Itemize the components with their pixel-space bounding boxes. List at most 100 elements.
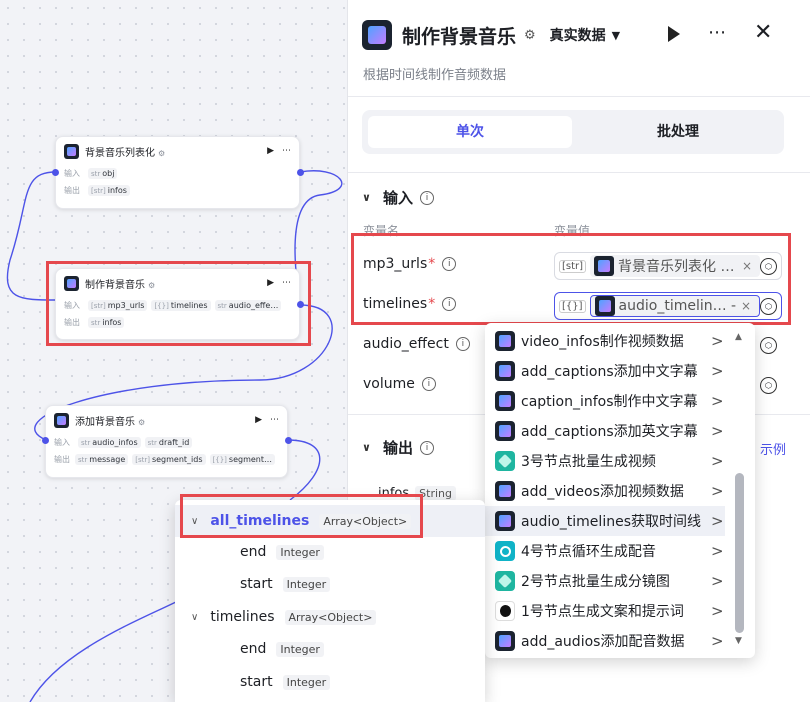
output-label: 输出 — [64, 186, 80, 195]
field-item[interactable]: end Integer — [240, 544, 324, 560]
input-section-header[interactable]: ∨ 输入 i — [362, 187, 434, 208]
loop-icon — [495, 541, 515, 561]
mode-tabs: 单次 批处理 — [362, 110, 784, 154]
chevron-right-icon: > — [711, 512, 724, 530]
param-tag: str audio_infos — [78, 437, 141, 448]
type-tag: Integer — [282, 674, 331, 690]
app-icon — [495, 391, 515, 411]
type-tag: Array<Object> — [284, 609, 377, 625]
dropdown-item[interactable]: video_infos制作视频数据 > — [485, 326, 725, 356]
field-highlight-box — [351, 233, 791, 325]
dropdown-item[interactable]: add_captions添加英文字幕 > — [485, 416, 725, 446]
info-icon[interactable]: i — [421, 377, 436, 391]
info-icon[interactable]: i — [419, 190, 434, 205]
dropdown-item[interactable]: 1号节点生成文案和提示词 > — [485, 596, 725, 626]
chevron-right-icon: > — [711, 632, 724, 650]
app-icon — [495, 421, 515, 441]
field-item[interactable]: start Integer — [240, 674, 331, 690]
panel-description: 根据时间线制作音频数据 — [363, 68, 507, 83]
output-port[interactable] — [297, 169, 304, 176]
type-tag: Integer — [282, 576, 331, 592]
batch-icon — [495, 571, 515, 591]
info-icon[interactable]: i — [455, 337, 470, 351]
scroll-up-icon[interactable]: ▲ — [735, 332, 742, 342]
output-port[interactable] — [285, 437, 292, 444]
node-bgm-list[interactable]: 背景音乐列表化 ⚙ ▶ ⋯ 输入 str obj 输出 [str] infos — [55, 136, 300, 209]
chevron-down-icon: ∨ — [362, 191, 371, 204]
node-add-bgm[interactable]: 添加背景音乐 ⚙ ▶ ⋯ 输入 str audio_infos str draft_i… — [45, 405, 288, 478]
app-icon — [495, 511, 515, 531]
run-icon[interactable]: ▶ — [255, 415, 262, 425]
section-title: 输入 — [382, 189, 413, 207]
app-icon — [64, 143, 79, 159]
variable-picker-icon[interactable]: ⬡ — [760, 377, 777, 394]
divider — [348, 96, 810, 97]
node-highlight-box — [46, 261, 311, 346]
field-label: volume i — [363, 376, 436, 392]
dropdown-item[interactable]: add_audios添加配音数据 > — [485, 626, 725, 656]
dropdown-item[interactable]: add_captions添加中文字幕 > — [485, 356, 725, 386]
chevron-right-icon: > — [711, 602, 724, 620]
field-item[interactable]: ∨ timelines Array<Object> — [191, 609, 377, 625]
param-tag: [str] segment_ids — [132, 454, 206, 465]
settings-icon[interactable]: ⚙ — [524, 28, 536, 43]
node-title: 添加背景音乐 — [75, 416, 135, 428]
run-icon[interactable]: ▶ — [267, 146, 274, 156]
tab-batch[interactable]: 批处理 — [576, 116, 780, 148]
param-tag: str message — [75, 454, 129, 465]
section-title: 输出 — [382, 439, 413, 457]
dropdown-item[interactable]: 4号节点循环生成配音 > — [485, 536, 725, 566]
more-icon[interactable]: ⋯ — [270, 415, 279, 425]
dropdown-item[interactable]: 2号节点批量生成分镜图 > — [485, 566, 725, 596]
settings-icon: ⚙ — [158, 148, 166, 158]
chevron-right-icon: > — [711, 332, 724, 350]
caret-down-icon[interactable]: ▼ — [612, 29, 620, 42]
field-item[interactable]: end Integer — [240, 641, 324, 657]
chevron-right-icon: > — [711, 392, 724, 410]
data-mode-select[interactable]: 真实数据 — [550, 25, 606, 45]
dropdown-item[interactable]: caption_infos制作中文字幕 > — [485, 386, 725, 416]
batch-icon — [495, 451, 515, 471]
param-tag: str draft_id — [144, 437, 193, 448]
app-icon — [362, 20, 392, 50]
chevron-right-icon: > — [711, 572, 724, 590]
divider — [348, 172, 810, 173]
dropdown-item[interactable]: add_videos添加视频数据 > — [485, 476, 725, 506]
app-icon — [495, 331, 515, 351]
param-tag: [{}] segment… — [209, 454, 275, 465]
tab-single[interactable]: 单次 — [368, 116, 572, 148]
input-label: 输入 — [64, 169, 80, 178]
chevron-right-icon: > — [711, 452, 724, 470]
chevron-right-icon: > — [711, 482, 724, 500]
field-item[interactable]: start Integer — [240, 576, 331, 592]
type-tag: Integer — [276, 641, 324, 657]
dropdown-item[interactable]: 3号节点批量生成视频 > — [485, 446, 725, 476]
node-title: 背景音乐列表化 — [85, 147, 155, 159]
run-icon[interactable] — [668, 26, 680, 42]
variable-picker-icon[interactable]: ⬡ — [760, 337, 777, 354]
llm-icon — [495, 601, 515, 621]
app-icon — [495, 631, 515, 651]
param-tag: [str] infos — [88, 185, 130, 196]
scrollbar-thumb[interactable] — [735, 473, 744, 633]
param-tag: str obj — [88, 168, 118, 179]
type-tag: Integer — [276, 544, 324, 560]
chevron-right-icon: > — [711, 362, 724, 380]
info-icon[interactable]: i — [419, 440, 434, 455]
scroll-down-icon[interactable]: ▼ — [735, 636, 742, 646]
chevron-down-icon: ∨ — [191, 611, 199, 623]
app-icon — [495, 481, 515, 501]
example-link[interactable]: 示例 — [760, 439, 786, 458]
more-icon[interactable]: ⋯ — [282, 146, 291, 156]
output-port[interactable] — [297, 301, 304, 308]
dropdown-item-selected[interactable]: audio_timelines获取时间线 > — [485, 506, 725, 536]
input-port[interactable] — [42, 437, 49, 444]
close-icon[interactable]: ✕ — [754, 20, 772, 45]
chevron-down-icon: ∨ — [362, 441, 371, 454]
output-section-header[interactable]: ∨ 输出 i — [362, 437, 434, 458]
more-icon[interactable]: ⋯ — [708, 22, 727, 43]
panel-title: 制作背景音乐 — [402, 25, 517, 48]
input-port[interactable] — [52, 169, 59, 176]
app-icon — [495, 361, 515, 381]
output-label: 输出 — [54, 455, 70, 464]
